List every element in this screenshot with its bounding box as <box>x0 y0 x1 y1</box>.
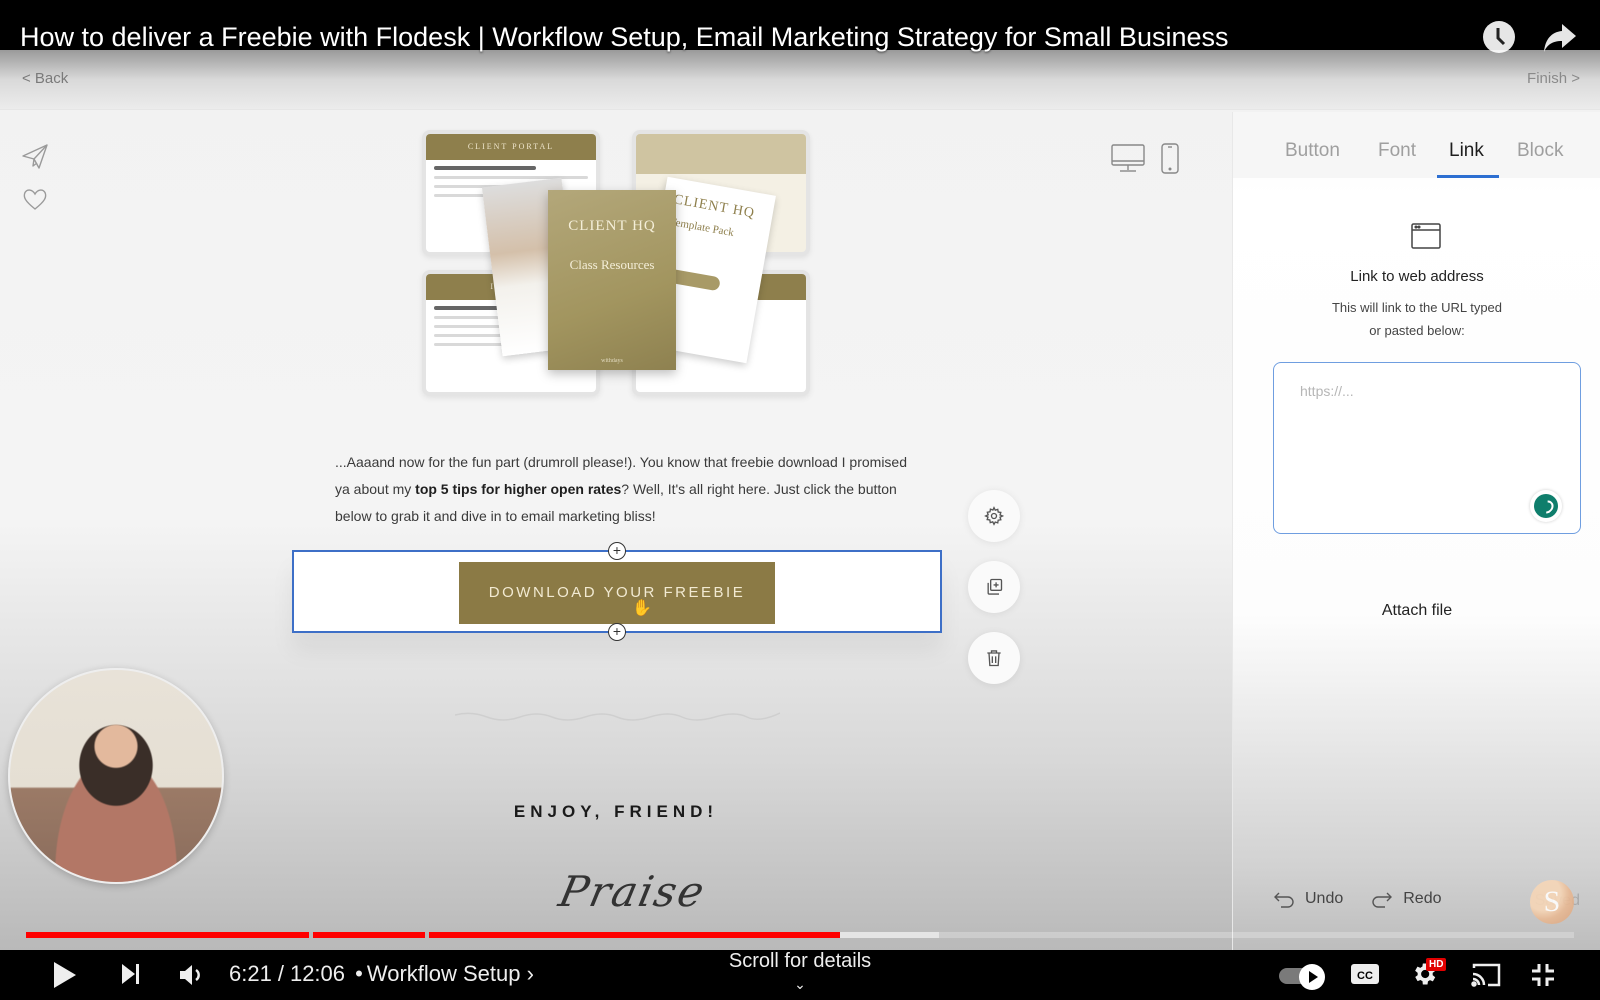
redo-label: Redo <box>1403 890 1442 907</box>
grammarly-icon[interactable] <box>1530 490 1562 522</box>
volume-icon <box>180 965 200 985</box>
wave-divider <box>455 712 780 721</box>
time-display: 6:21/12:06 • Workflow Setup › <box>229 961 534 987</box>
attach-file-button[interactable]: Attach file <box>1233 602 1600 620</box>
undo-button[interactable]: Undo <box>1273 890 1343 908</box>
link-description-line: or pasted below: <box>1369 323 1465 338</box>
chapter-marker <box>425 932 430 938</box>
exit-fullscreen-icon <box>1532 964 1554 986</box>
redo-icon <box>1372 892 1393 908</box>
captions-icon: CC <box>1351 964 1379 984</box>
channel-logo: S <box>1530 880 1574 924</box>
next-button[interactable] <box>120 962 142 991</box>
presenter-webcam <box>8 668 224 884</box>
volume-button[interactable] <box>178 962 206 993</box>
chapter-marker <box>309 932 314 938</box>
card-title: CLIENT PORTAL <box>426 134 596 160</box>
cast-button[interactable] <box>1470 962 1502 993</box>
finish-link[interactable]: Finish > <box>1527 70 1580 87</box>
share-icon[interactable] <box>1542 20 1578 59</box>
delete-block-button[interactable] <box>968 632 1020 684</box>
link-title: Link to web address <box>1350 268 1484 285</box>
chapter-bullet: • <box>355 961 363 986</box>
watch-later-icon[interactable] <box>1482 20 1516 59</box>
autoplay-toggle[interactable] <box>1279 964 1327 990</box>
next-icon <box>122 964 139 984</box>
undo-icon <box>1274 892 1294 908</box>
tab-block[interactable]: Block <box>1517 140 1563 162</box>
signature: Praise <box>554 867 711 916</box>
current-time: 6:21 <box>229 961 272 986</box>
chapter-link[interactable]: Workflow Setup › <box>367 961 534 986</box>
trash-icon <box>987 650 1001 667</box>
captions-button[interactable]: CC <box>1350 962 1380 991</box>
settings-tabs: Button Font Link Block <box>1233 112 1600 178</box>
link-description: This will link to the URL typed or paste… <box>1233 296 1600 342</box>
duration: 12:06 <box>289 961 346 986</box>
settings-button[interactable]: HD <box>1410 958 1447 993</box>
block-settings-button[interactable] <box>968 490 1020 542</box>
scroll-for-details[interactable]: Scroll for details ⌄ <box>700 950 900 992</box>
chapter-title: Workflow Setup <box>366 961 521 986</box>
tab-font[interactable]: Font <box>1378 140 1416 162</box>
duplicate-icon <box>987 578 1003 595</box>
cover-footer: withdays <box>601 358 623 364</box>
hand-cursor-icon: ✋ <box>632 600 652 617</box>
player-controls: 6:21/12:06 • Workflow Setup › Scroll for … <box>0 950 1600 1000</box>
chevron-right-icon: › <box>526 961 534 986</box>
settings-panel: Button Font Link Block Link to web addre… <box>1232 112 1600 950</box>
block-actions <box>968 490 1020 703</box>
tab-link[interactable]: Link <box>1449 140 1484 162</box>
svg-text:CC: CC <box>1357 970 1373 982</box>
video-progress-bar[interactable] <box>26 932 1574 938</box>
redo-button[interactable]: Redo <box>1371 890 1442 908</box>
class-resources-cover: CLIENT HQ Class Resources withdays <box>548 190 676 370</box>
chevron-down-icon: ⌄ <box>794 976 806 992</box>
download-freebie-button[interactable]: DOWNLOAD YOUR FREEBIE <box>459 562 775 624</box>
cover-subtitle: Class Resources <box>569 257 655 272</box>
hd-badge: HD <box>1426 958 1447 971</box>
active-tab-indicator <box>1437 175 1499 178</box>
body-text-block[interactable]: ...Aaaand now for the fun part (drumroll… <box>335 449 915 530</box>
history-controls: Undo Redo <box>1273 890 1470 908</box>
hero-image[interactable]: CLIENT PORTAL INTERN ATABASE CLIENT HQ T… <box>422 130 812 400</box>
play-icon <box>54 962 76 988</box>
browser-window-icon <box>1410 222 1442 255</box>
add-block-above-button[interactable]: + <box>608 542 626 560</box>
duplicate-block-button[interactable] <box>968 561 1020 613</box>
gear-icon <box>984 506 1004 526</box>
link-description-line: This will link to the URL typed <box>1331 300 1503 315</box>
tab-button[interactable]: Button <box>1285 140 1340 162</box>
undo-label: Undo <box>1305 890 1344 907</box>
flodesk-editor: < Back Finish > CLIENT PORTAL CLIENT HQ … <box>0 0 1600 950</box>
cover-title: CLIENT HQ <box>568 218 656 234</box>
progress-played <box>26 932 841 938</box>
player-top-actions <box>1482 20 1578 59</box>
body-text-bold: top 5 tips for higher open rates <box>415 481 622 497</box>
time-separator: / <box>277 961 284 986</box>
editor-top-bar <box>0 50 1600 110</box>
play-button[interactable] <box>52 960 78 995</box>
exit-fullscreen-button[interactable] <box>1530 962 1556 993</box>
add-block-below-button[interactable]: + <box>608 623 626 641</box>
back-link[interactable]: < Back <box>22 70 68 87</box>
scroll-hint-label: Scroll for details <box>728 950 872 972</box>
video-title[interactable]: How to deliver a Freebie with Flodesk | … <box>20 22 1229 53</box>
selected-button-block[interactable]: + DOWNLOAD YOUR FREEBIE ✋ + <box>292 542 942 641</box>
cast-icon <box>1471 963 1501 987</box>
